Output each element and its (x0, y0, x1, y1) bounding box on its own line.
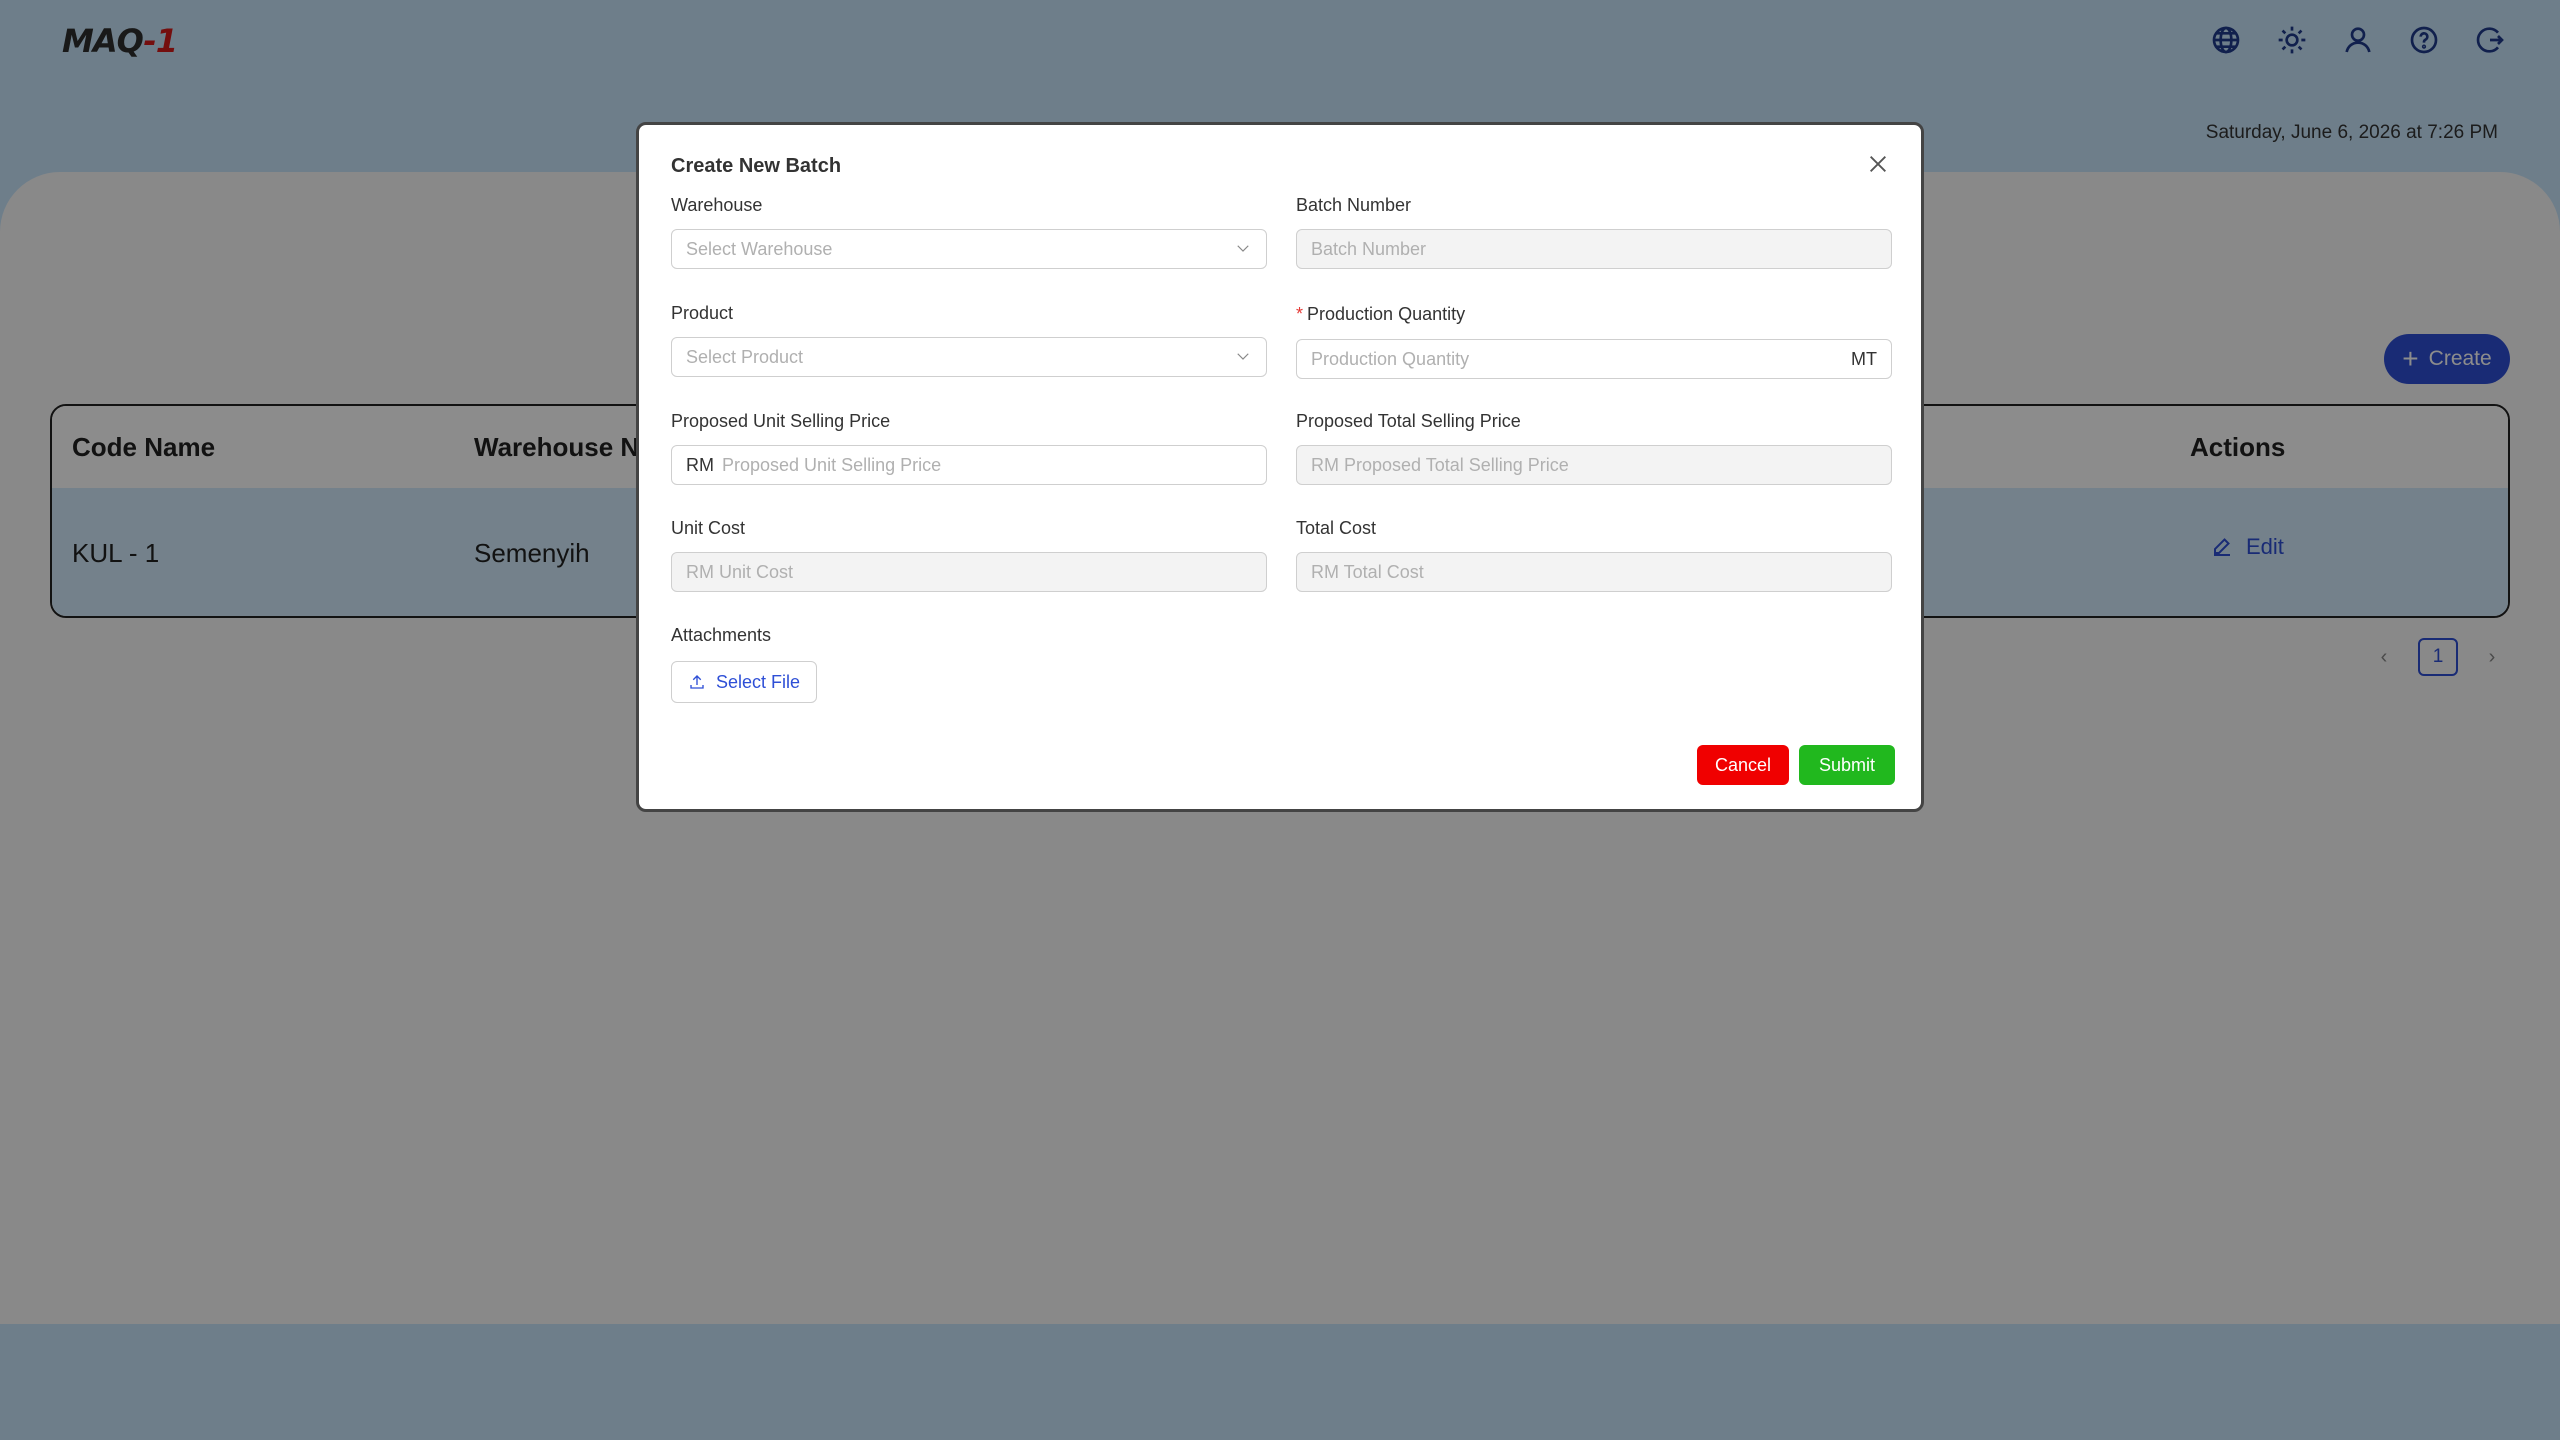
chevron-down-icon (1234, 347, 1252, 370)
proposed-unit-selling-price-placeholder: Proposed Unit Selling Price (722, 454, 942, 475)
unit-cost-placeholder: RM Unit Cost (686, 561, 794, 582)
unit-suffix: MT (1851, 348, 1877, 369)
total-cost-label: Total Cost (1296, 518, 1377, 538)
batch-number-label: Batch Number (1296, 195, 1412, 215)
proposed-unit-selling-price-input[interactable]: RM Proposed Unit Selling Price (671, 445, 1267, 485)
production-quantity-label-text: Production Quantity (1307, 304, 1466, 324)
proposed-total-selling-price-placeholder: RM Proposed Total Selling Price (1311, 454, 1569, 475)
production-quantity-placeholder: Production Quantity (1311, 348, 1470, 369)
create-batch-modal: Create New Batch Warehouse Select Wareho… (636, 122, 1924, 812)
batch-number-placeholder: Batch Number (1311, 238, 1427, 259)
total-cost-input[interactable]: RM Total Cost (1296, 552, 1892, 592)
production-quantity-input[interactable]: Production Quantity MT (1296, 339, 1892, 379)
proposed-total-selling-price-input[interactable]: RM Proposed Total Selling Price (1296, 445, 1892, 485)
submit-button[interactable]: Submit (1799, 745, 1895, 785)
attachments-label: Attachments (671, 625, 772, 645)
required-mark: * (1296, 304, 1304, 324)
select-file-button[interactable]: Select File (671, 661, 817, 703)
proposed-unit-selling-price-label: Proposed Unit Selling Price (671, 411, 891, 431)
product-label: Product (671, 303, 734, 323)
unit-cost-input[interactable]: RM Unit Cost (671, 552, 1267, 592)
upload-icon (690, 675, 704, 689)
cancel-button[interactable]: Cancel (1697, 745, 1789, 785)
batch-number-input[interactable]: Batch Number (1296, 229, 1892, 269)
warehouse-placeholder: Select Warehouse (686, 238, 833, 259)
modal-title: Create New Batch (671, 155, 842, 177)
select-file-label: Select File (715, 671, 801, 692)
proposed-total-selling-price-label: Proposed Total Selling Price (1296, 411, 1521, 431)
total-cost-placeholder: RM Total Cost (1311, 561, 1424, 582)
close-icon[interactable] (1863, 149, 1893, 179)
product-placeholder: Select Product (686, 346, 804, 367)
currency-prefix: RM (686, 454, 714, 475)
production-quantity-label: * Production Quantity (1296, 304, 1465, 325)
chevron-down-icon (1234, 239, 1252, 262)
product-select[interactable]: Select Product (671, 337, 1267, 377)
warehouse-select[interactable]: Select Warehouse (671, 229, 1267, 269)
unit-cost-label: Unit Cost (671, 518, 746, 538)
warehouse-label: Warehouse (671, 195, 763, 215)
